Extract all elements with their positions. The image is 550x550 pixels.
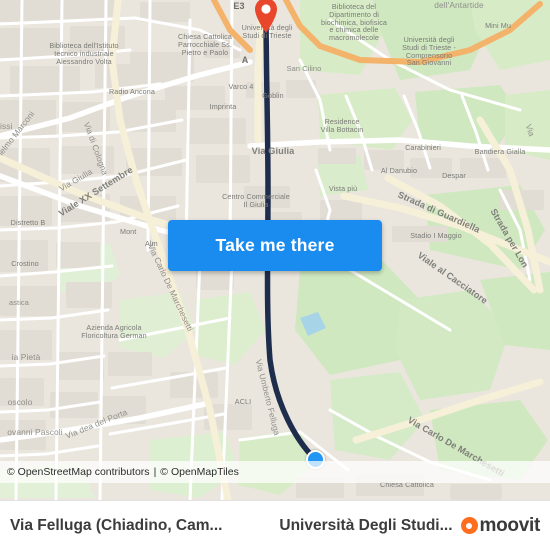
- moovit-logo: moovit: [460, 514, 541, 537]
- moovit-dot-icon: [460, 517, 478, 534]
- bottom-info-bar: Via Felluga (Chiadino, Cam... Università…: [0, 500, 550, 550]
- openmaptiles-attribution-link[interactable]: © OpenMapTiles: [160, 466, 239, 478]
- moovit-map-screen: Biblioteca dell'Istituto tecnico industr…: [0, 0, 550, 550]
- destination-label: Università Degli Studi...: [279, 516, 453, 534]
- origin-station-label: Via Felluga (Chiadino, Cam...: [10, 516, 223, 534]
- map-pin-icon[interactable]: [253, 0, 279, 34]
- attribution-separator: |: [153, 466, 157, 478]
- take-me-there-button[interactable]: Take me there: [168, 220, 382, 271]
- osm-attribution-link[interactable]: © OpenStreetMap contributors: [7, 466, 150, 478]
- attribution-bar: © OpenStreetMap contributors | © OpenMap…: [0, 461, 550, 483]
- moovit-wordmark: moovit: [479, 514, 541, 536]
